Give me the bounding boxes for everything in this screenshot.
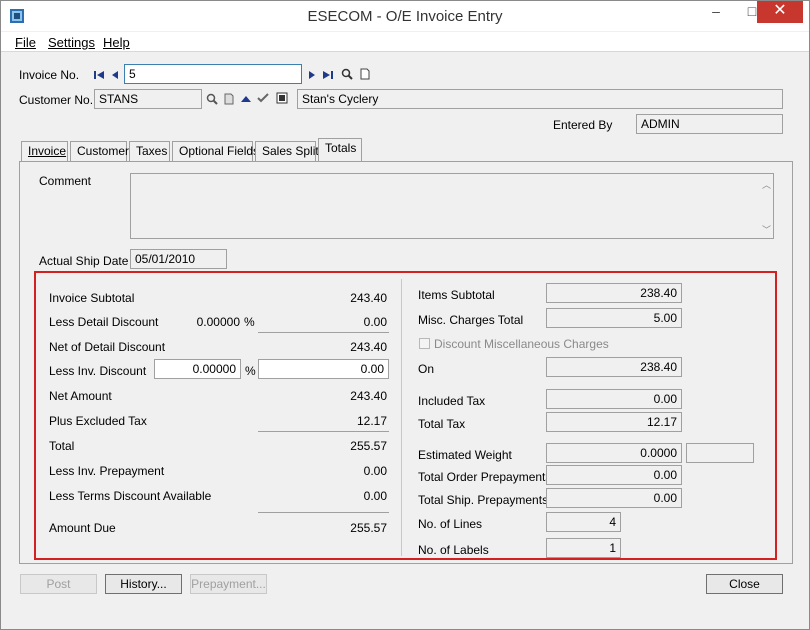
included-tax-label: Included Tax: [418, 394, 486, 408]
on-field: 238.40: [546, 357, 682, 377]
check-credit-icon[interactable]: [257, 92, 269, 104]
no-of-lines-label: No. of Lines: [418, 517, 483, 531]
comment-label: Comment: [39, 174, 92, 188]
scroll-up-icon[interactable]: ︿: [762, 178, 771, 191]
less-inv-prepayment-label: Less Inv. Prepayment: [49, 464, 165, 478]
estimated-weight-label: Estimated Weight: [418, 448, 512, 462]
items-subtotal-label: Items Subtotal: [418, 288, 495, 302]
customer-no-label: Customer No.: [19, 93, 94, 107]
no-of-lines-field: 4: [546, 512, 621, 532]
misc-charges-total-label: Misc. Charges Total: [418, 313, 524, 327]
plus-excluded-tax-value: 12.17: [356, 414, 387, 428]
less-inv-discount-label: Less Inv. Discount: [49, 364, 147, 378]
invoice-subtotal-value: 243.40: [350, 291, 387, 305]
detail-discount-percent: 0.00000: [196, 315, 240, 329]
entered-by-field: ADMIN: [636, 114, 783, 134]
inv-discount-amount-field[interactable]: 0.00: [258, 359, 389, 379]
total-tax-label: Total Tax: [418, 417, 466, 431]
customer-finder-icon[interactable]: [206, 93, 218, 105]
menu-help[interactable]: Help: [103, 35, 130, 50]
comment-textarea[interactable]: ︿ ﹀: [130, 173, 774, 239]
menu-settings[interactable]: Settings: [48, 35, 95, 50]
total-separator: [258, 431, 389, 432]
entered-by-label: Entered By: [553, 118, 613, 132]
inv-discount-percent-sign: %: [245, 364, 256, 378]
plus-excluded-tax-label: Plus Excluded Tax: [49, 414, 147, 428]
total-order-prepayments-field: 0.00: [546, 465, 682, 485]
total-order-prepayments-label: Total Order Prepayments: [418, 470, 552, 484]
previous-record-icon[interactable]: [109, 69, 121, 81]
net-amount-label: Net Amount: [49, 389, 112, 403]
prepayment-button[interactable]: Prepayment...: [190, 574, 267, 594]
tab-sales-split[interactable]: Sales Split: [255, 141, 319, 161]
last-record-icon[interactable]: [322, 69, 334, 81]
actual-ship-date-label: Actual Ship Date: [39, 254, 129, 268]
included-tax-field: 0.00: [546, 389, 682, 409]
first-record-icon[interactable]: [93, 69, 105, 81]
detail-discount-percent-sign: %: [244, 315, 255, 329]
scroll-down-icon[interactable]: ﹀: [762, 223, 771, 236]
no-of-labels-field: 1: [546, 538, 621, 558]
customer-document-icon[interactable]: [223, 93, 235, 105]
misc-charges-total-field: 5.00: [546, 308, 682, 328]
estimated-weight-field: 0.0000: [546, 443, 682, 463]
tab-optional-fields[interactable]: Optional Fields: [172, 141, 259, 161]
net-of-detail-discount-value: 243.40: [350, 340, 387, 354]
actual-ship-date-field[interactable]: 05/01/2010: [130, 249, 227, 269]
total-ship-prepayments-label: Total Ship. Prepayments: [418, 493, 549, 507]
title-bar: ESECOM - O/E Invoice Entry – □ ✕: [1, 1, 809, 31]
amount-due-value: 255.57: [350, 521, 387, 535]
total-ship-prepayments-field: 0.00: [546, 488, 682, 508]
post-button[interactable]: Post: [20, 574, 97, 594]
new-document-icon[interactable]: [359, 68, 371, 80]
invoice-no-input[interactable]: 5: [124, 64, 302, 84]
history-button[interactable]: History...: [105, 574, 182, 594]
zoom-up-icon[interactable]: [240, 93, 252, 105]
close-button[interactable]: Close: [706, 574, 783, 594]
tab-invoice[interactable]: Invoice: [21, 141, 68, 161]
total-tax-field: 12.17: [546, 412, 682, 432]
customer-info-icon[interactable]: [276, 92, 288, 104]
customer-name-field: Stan's Cyclery: [297, 89, 783, 109]
less-inv-prepayment-value: 0.00: [363, 464, 387, 478]
invoice-no-label: Invoice No.: [19, 68, 80, 82]
net-amount-value: 243.40: [350, 389, 387, 403]
discount-misc-charges-checkbox[interactable]: [419, 338, 430, 349]
on-label: On: [418, 362, 435, 376]
finder-icon[interactable]: [341, 68, 353, 80]
items-subtotal-field: 238.40: [546, 283, 682, 303]
column-divider: [401, 279, 402, 556]
discount-misc-charges-label: Discount Miscellaneous Charges: [434, 337, 609, 351]
less-terms-discount-label: Less Terms Discount Available: [49, 489, 212, 503]
amount-due-label: Amount Due: [49, 521, 116, 535]
tab-customer[interactable]: Customer: [70, 141, 129, 161]
less-terms-discount-value: 0.00: [363, 489, 387, 503]
no-of-labels-label: No. of Labels: [418, 543, 489, 557]
less-detail-discount-label: Less Detail Discount: [49, 315, 159, 329]
invoice-subtotal-label: Invoice Subtotal: [49, 291, 135, 305]
net-of-detail-discount-label: Net of Detail Discount: [49, 340, 166, 354]
minimize-button[interactable]: –: [699, 1, 733, 23]
total-label: Total: [49, 439, 75, 453]
detail-discount-underline: [258, 332, 389, 333]
menu-bar: File Settings Help: [1, 32, 809, 52]
customer-no-field[interactable]: STANS: [94, 89, 202, 109]
weight-unit-field: [686, 443, 754, 463]
tab-taxes[interactable]: Taxes: [129, 141, 170, 161]
menu-file[interactable]: File: [15, 35, 36, 50]
detail-discount-amount: 0.00: [363, 315, 387, 329]
close-window-button[interactable]: ✕: [757, 1, 803, 23]
inv-discount-percent-field[interactable]: 0.00000: [154, 359, 241, 379]
total-value: 255.57: [350, 439, 387, 453]
tab-totals[interactable]: Totals: [318, 138, 362, 161]
invoice-entry-window: ESECOM - O/E Invoice Entry – □ ✕ File Se…: [0, 0, 810, 630]
next-record-icon[interactable]: [306, 69, 318, 81]
amount-due-separator: [258, 512, 389, 513]
window-title: ESECOM - O/E Invoice Entry: [307, 8, 503, 25]
